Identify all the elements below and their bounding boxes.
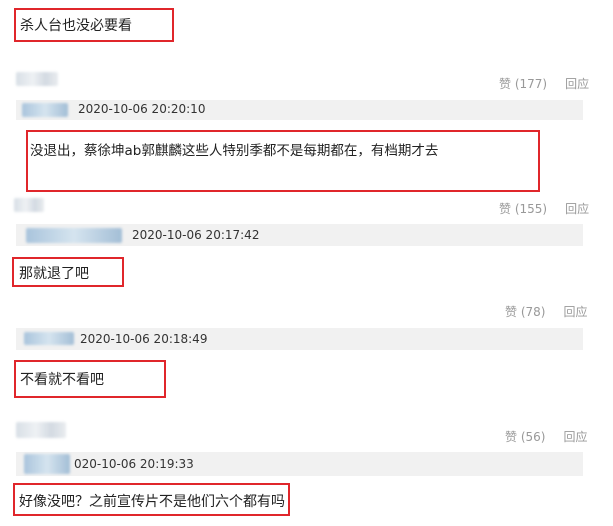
blurred-username [16, 72, 58, 86]
reply-timestamp: 2020-10-06 20:18:49 [80, 332, 208, 346]
reply-header-bar: 2020-10-06 20:20:10 [16, 100, 583, 120]
comment-actions: 赞 (177) 回应 [499, 75, 589, 92]
reply-button[interactable]: 回应 [565, 77, 589, 91]
reply-button[interactable]: 回应 [563, 430, 587, 444]
like-button[interactable]: 赞 (78) [505, 305, 545, 319]
reply-button[interactable]: 回应 [565, 202, 589, 216]
comment-text: 那就退了吧 [19, 266, 89, 282]
reply-header-bar: 2020-10-06 20:17:42 [16, 224, 583, 246]
reply-header-bar: 020-10-06 20:19:33 [16, 452, 583, 476]
blurred-avatar [22, 103, 68, 117]
reply-button[interactable]: 回应 [563, 305, 587, 319]
blurred-username [14, 198, 44, 212]
reply-timestamp: 020-10-06 20:19:33 [74, 457, 194, 471]
blurred-avatar [24, 454, 70, 474]
blurred-username [16, 422, 66, 438]
comment-actions: 赞 (155) 回应 [499, 200, 589, 217]
reply-header-bar: 2020-10-06 20:18:49 [16, 328, 583, 350]
like-button[interactable]: 赞 (155) [499, 202, 547, 216]
comment-text: 好像没吧？之前宣传片不是他们六个都有吗 [19, 494, 285, 510]
comment-text: 没退出，蔡徐坤ab郭麒麟这些人特别季都不是每期都在，有档期才去 [30, 143, 439, 159]
reply-timestamp: 2020-10-06 20:20:10 [78, 102, 206, 116]
blurred-avatar [26, 228, 122, 243]
comment-actions: 赞 (78) 回应 [505, 303, 587, 320]
like-button[interactable]: 赞 (56) [505, 430, 545, 444]
comment-text: 杀人台也没必要看 [20, 18, 132, 34]
comment-actions: 赞 (56) 回应 [505, 428, 587, 445]
reply-timestamp: 2020-10-06 20:17:42 [132, 228, 260, 242]
comment-text: 不看就不看吧 [20, 372, 104, 388]
blurred-avatar [24, 332, 74, 345]
like-button[interactable]: 赞 (177) [499, 77, 547, 91]
